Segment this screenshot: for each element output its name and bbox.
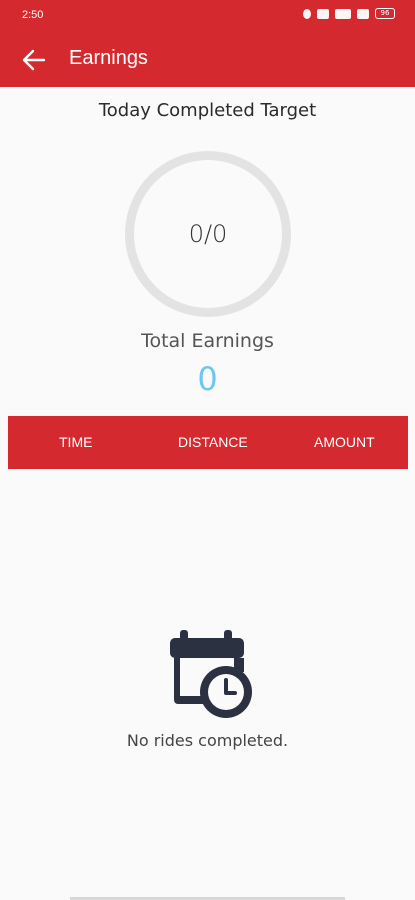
target-progress-ring: 0/0 [125,151,291,317]
status-time: 2:50 [22,9,44,21]
empty-state-message: No rides completed. [126,731,289,750]
total-earnings-label: Total Earnings [141,330,274,352]
target-label: Today Completed Target [98,100,317,121]
arrow-left-icon [22,49,46,71]
signal-bars-icon [357,8,369,19]
earnings-table-header: TIME DISTANCE AMOUNT [8,416,408,469]
column-time: TIME [59,434,93,450]
page-title: Earnings [69,47,148,69]
back-button[interactable] [20,46,48,74]
calendar-clock-icon [170,630,252,718]
notification-icon [317,8,329,19]
column-distance: DISTANCE [178,434,248,450]
status-bar: 2:50 96 [0,0,415,32]
app-bar: Earnings [0,32,415,87]
battery-icon: 96 [375,8,395,19]
signal-icon [335,8,351,19]
total-earnings-value: 0 [197,360,218,398]
target-value: 0/0 [188,220,228,248]
alarm-icon [303,8,311,19]
status-icons: 96 [303,8,395,19]
column-amount: AMOUNT [314,434,375,450]
